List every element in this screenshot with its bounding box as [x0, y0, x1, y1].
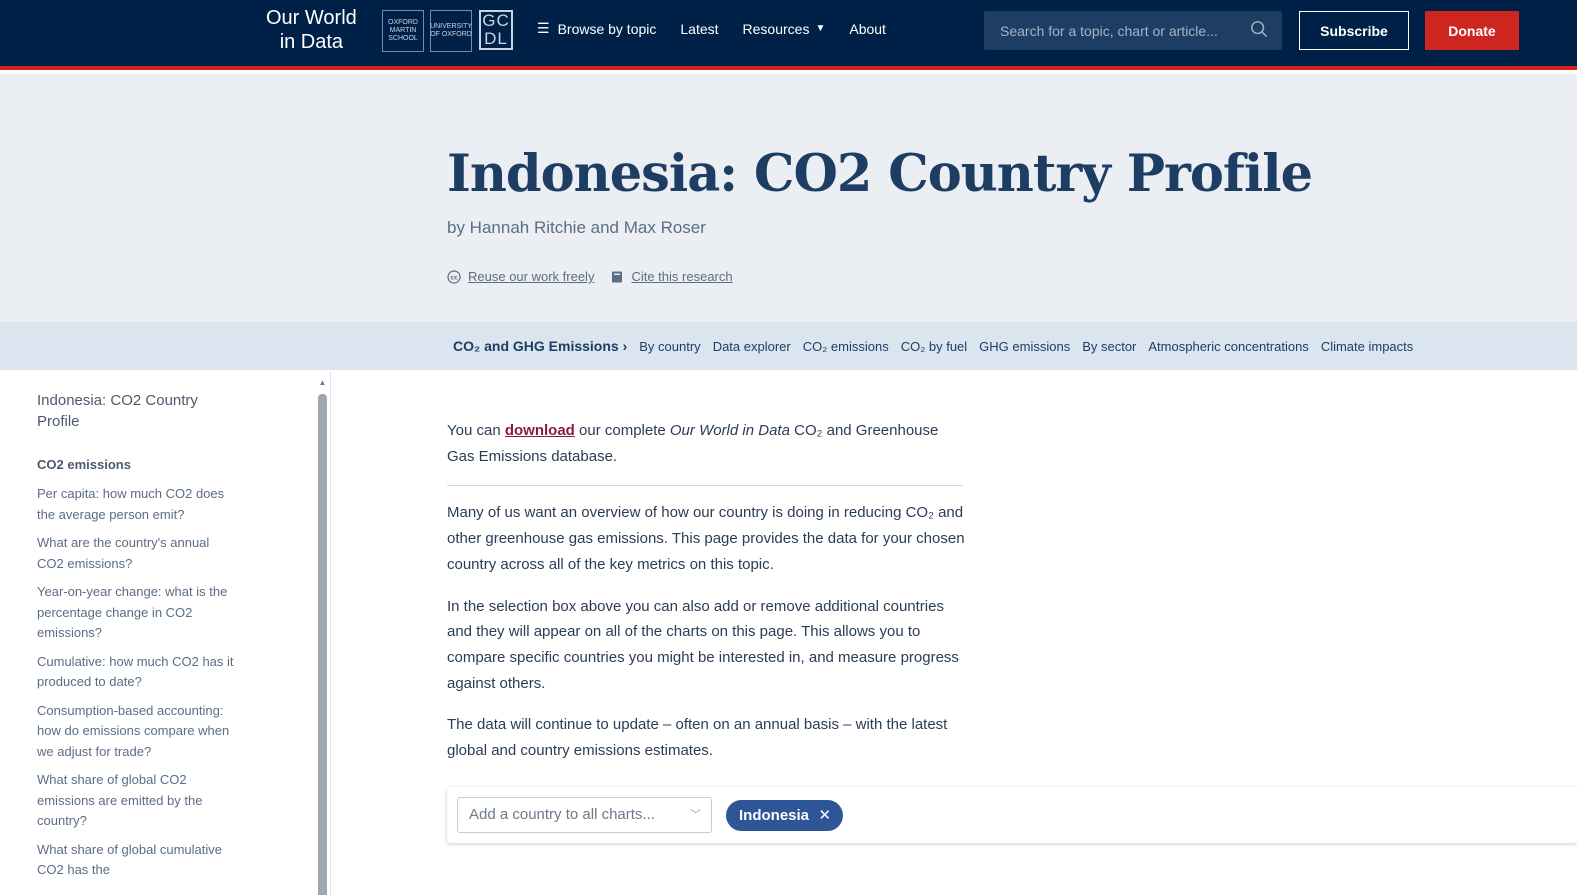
- toc-item[interactable]: Per capita: how much CO2 does the averag…: [37, 484, 237, 525]
- top-navbar: Our World in Data OXFORD MARTIN SCHOOL U…: [0, 0, 1577, 70]
- selected-country-label: Indonesia: [739, 807, 810, 824]
- selected-country-chip: Indonesia ✕: [726, 800, 844, 831]
- toc-title[interactable]: Indonesia: CO2 Country Profile: [37, 390, 227, 432]
- article-links: cc Reuse our work freely Cite this resea…: [447, 269, 749, 284]
- creative-commons-icon: cc: [447, 269, 461, 284]
- subnav-root[interactable]: CO₂ and GHG Emissions ›: [453, 338, 627, 354]
- subnav-by-country[interactable]: By country: [639, 339, 700, 354]
- country-selector-bar: Add a country to all charts... ﹀ Indones…: [447, 787, 1577, 843]
- add-country-dropdown[interactable]: Add a country to all charts... ﹀: [457, 797, 712, 833]
- toc-section-heading[interactable]: CO2 emissions: [37, 457, 131, 472]
- subnav-ghg-emissions[interactable]: GHG emissions: [979, 339, 1070, 354]
- donate-button[interactable]: Donate: [1425, 11, 1519, 50]
- overview-paragraph: Many of us want an overview of how our c…: [447, 504, 965, 573]
- book-icon: [612, 271, 623, 282]
- toc-scrollbar[interactable]: ▲: [318, 379, 327, 895]
- nav-browse-by-topic[interactable]: ☰ Browse by topic: [537, 20, 656, 37]
- search-icon[interactable]: [1250, 20, 1268, 38]
- toc-item[interactable]: Consumption-based accounting: how do emi…: [37, 701, 237, 763]
- svg-text:cc: cc: [450, 274, 458, 281]
- toc-item[interactable]: Year-on-year change: what is the percent…: [37, 582, 237, 644]
- subnav-co2-by-fuel[interactable]: CO₂ by fuel: [901, 339, 967, 354]
- toc-list: Per capita: how much CO2 does the averag…: [37, 484, 237, 889]
- nav-latest[interactable]: Latest: [680, 21, 718, 37]
- cite-link[interactable]: Cite this research: [631, 269, 732, 284]
- reuse-link[interactable]: Reuse our work freely: [468, 269, 594, 284]
- toc-item[interactable]: What share of global CO2 emissions are e…: [37, 770, 237, 832]
- gcdl-logo[interactable]: GC DL: [479, 10, 513, 50]
- main-nav: ☰ Browse by topic Latest Resources ▼ Abo…: [537, 20, 910, 37]
- chevron-right-icon: ›: [622, 338, 628, 354]
- subnav-atmospheric-concentrations[interactable]: Atmospheric concentrations: [1148, 339, 1308, 354]
- owid-logo[interactable]: Our World in Data: [266, 6, 357, 54]
- divider: [447, 485, 963, 487]
- subscribe-button[interactable]: Subscribe: [1299, 11, 1409, 50]
- caret-down-icon: ▼: [815, 23, 826, 34]
- intro-paragraph: You can download our complete Our World …: [447, 422, 939, 465]
- oxford-university-logo[interactable]: UNIVERSITY OF OXFORD: [430, 10, 472, 52]
- subnav-climate-impacts[interactable]: Climate impacts: [1321, 339, 1413, 354]
- search-input[interactable]: [984, 11, 1282, 50]
- byline: by Hannah Ritchie and Max Roser: [447, 218, 706, 237]
- list-icon: ☰: [537, 20, 550, 36]
- subnav-data-explorer[interactable]: Data explorer: [713, 339, 791, 354]
- nav-browse-label: Browse by topic: [557, 20, 657, 37]
- subnav-co2-emissions[interactable]: CO₂ emissions: [803, 339, 889, 354]
- update-paragraph: The data will continue to update – often…: [447, 716, 948, 760]
- toc-item[interactable]: What are the country's annual CO2 emissi…: [37, 533, 237, 574]
- table-of-contents: Indonesia: CO2 Country Profile CO2 emiss…: [0, 371, 331, 895]
- download-link[interactable]: download: [505, 422, 575, 439]
- page-title: Indonesia: CO2 Country Profile: [447, 144, 1313, 204]
- scroll-up-icon[interactable]: ▲: [318, 379, 327, 387]
- add-country-placeholder: Add a country to all charts...: [469, 806, 655, 823]
- topic-subnav: CO₂ and GHG Emissions › By country Data …: [0, 322, 1577, 370]
- article-header: Indonesia: CO2 Country Profile by Hannah…: [0, 74, 1577, 322]
- scrollbar-thumb[interactable]: [318, 394, 327, 895]
- logo-line2: in Data: [279, 31, 344, 53]
- search-box: [984, 11, 1282, 50]
- subnav-by-sector[interactable]: By sector: [1082, 339, 1136, 354]
- toc-item[interactable]: What share of global cumulative CO2 has …: [37, 840, 237, 881]
- nav-about[interactable]: About: [849, 21, 886, 37]
- toc-item[interactable]: Cumulative: how much CO2 has it produced…: [37, 652, 237, 693]
- oxford-martin-logo[interactable]: OXFORD MARTIN SCHOOL: [382, 10, 424, 52]
- logo-line1: Our World: [266, 7, 357, 29]
- chevron-down-icon: ﹀: [690, 809, 701, 821]
- article-body: You can download our complete Our World …: [447, 418, 967, 780]
- selection-paragraph: In the selection box above you can also …: [447, 597, 959, 692]
- remove-country-icon[interactable]: ✕: [818, 800, 831, 831]
- nav-resources[interactable]: Resources ▼: [743, 21, 826, 37]
